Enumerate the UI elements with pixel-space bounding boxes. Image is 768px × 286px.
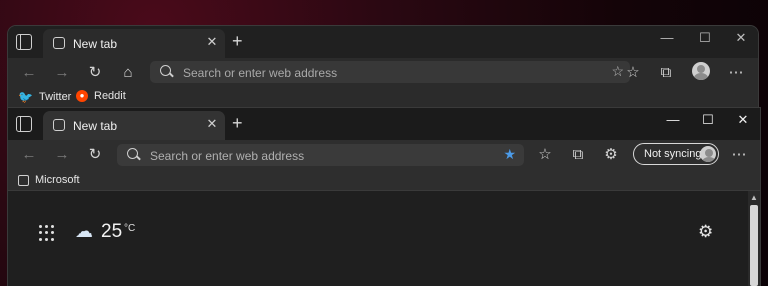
- more-options-icon[interactable]: ⋯: [725, 61, 747, 83]
- browser-window-front: New tab ✕ + — ☐ ✕ ← → ↻ Search or enter …: [8, 108, 760, 286]
- scroll-thumb[interactable]: [750, 205, 758, 286]
- sync-label: Not syncing: [644, 148, 702, 160]
- favorite-label: Twitter: [38, 91, 72, 103]
- tab-strip: New tab ✕ + — ☐ ✕: [8, 108, 760, 140]
- favorite-twitter[interactable]: 🐦 Twitter: [18, 90, 71, 104]
- address-placeholder: Search or enter web address: [150, 149, 305, 163]
- scroll-up-icon[interactable]: ▲: [750, 193, 758, 202]
- maximize-icon[interactable]: ☐: [696, 30, 714, 46]
- favorite-star-icon[interactable]: ★: [503, 146, 516, 163]
- favorite-microsoft[interactable]: Microsoft: [18, 174, 80, 186]
- extensions-icon[interactable]: ⚙: [600, 143, 622, 165]
- twitter-icon: 🐦: [18, 90, 33, 104]
- profile-avatar: [700, 146, 716, 162]
- search-icon: [127, 148, 138, 159]
- refresh-icon[interactable]: ↻: [84, 61, 106, 83]
- search-icon: [160, 65, 171, 76]
- favorites-bar: 🐦 Twitter ● Reddit: [8, 86, 758, 110]
- address-placeholder: Search or enter web address: [183, 66, 338, 80]
- maximize-icon[interactable]: ☐: [699, 112, 717, 128]
- settings-gear-icon[interactable]: ⚙: [698, 222, 713, 242]
- new-tab-page-icon: [53, 119, 65, 131]
- favorites-icon[interactable]: ☆: [534, 143, 556, 165]
- minimize-icon[interactable]: —: [664, 112, 682, 127]
- app-launcher-icon[interactable]: [39, 225, 55, 241]
- favorite-label: Reddit: [94, 90, 126, 102]
- scrollbar[interactable]: ▲: [748, 191, 760, 286]
- close-window-icon[interactable]: ✕: [732, 30, 750, 46]
- refresh-icon[interactable]: ↻: [84, 143, 106, 165]
- home-icon[interactable]: ⌂: [117, 61, 139, 83]
- tab-actions-icon[interactable]: [16, 34, 32, 50]
- favorites-bar: Microsoft: [8, 170, 760, 191]
- forward-arrow-icon[interactable]: →: [51, 143, 73, 165]
- tab-title: New tab: [73, 119, 118, 133]
- favorite-label: Microsoft: [35, 174, 80, 186]
- weather-icon[interactable]: ☁: [75, 221, 93, 242]
- back-arrow-icon[interactable]: ←: [18, 61, 40, 83]
- collections-icon[interactable]: ⧉: [567, 143, 589, 165]
- forward-arrow-icon[interactable]: →: [51, 61, 73, 83]
- close-window-icon[interactable]: ✕: [734, 112, 752, 128]
- back-arrow-icon[interactable]: ←: [18, 143, 40, 165]
- not-syncing-button[interactable]: Not syncing: [633, 143, 719, 165]
- microsoft-page-icon: [18, 174, 29, 186]
- tab-actions-icon[interactable]: [16, 116, 32, 132]
- temperature-unit: °C: [124, 223, 136, 234]
- minimize-icon[interactable]: —: [658, 30, 676, 45]
- close-icon[interactable]: ✕: [205, 35, 219, 49]
- tab-title: New tab: [73, 37, 118, 51]
- toolbar: ← → ↻ ⌂ Search or enter web address ☆ ☆ …: [8, 58, 758, 86]
- new-tab-page: ☁ 25 °C ⚙ ▲: [8, 191, 760, 286]
- profile-avatar[interactable]: [692, 62, 710, 80]
- address-bar[interactable]: Search or enter web address ★: [117, 144, 524, 166]
- temperature[interactable]: 25: [101, 221, 122, 243]
- tab-new-tab[interactable]: New tab ✕: [43, 29, 225, 58]
- more-options-icon[interactable]: ⋯: [728, 143, 750, 165]
- toolbar: ← → ↻ Search or enter web address ★ ☆ ⧉ …: [8, 140, 760, 170]
- new-tab-page-icon: [53, 37, 65, 49]
- tab-strip: New tab ✕ + — ☐ ✕: [8, 26, 758, 58]
- address-bar[interactable]: Search or enter web address ☆: [150, 61, 630, 83]
- browser-window-back: New tab ✕ + — ☐ ✕ ← → ↻ ⌂ Search or ente…: [8, 26, 758, 110]
- new-tab-button[interactable]: +: [232, 32, 243, 50]
- favorite-reddit[interactable]: ● Reddit: [76, 90, 126, 102]
- close-icon[interactable]: ✕: [205, 117, 219, 131]
- favorites-icon[interactable]: ☆: [622, 61, 644, 83]
- collections-icon[interactable]: ⧉: [655, 61, 677, 83]
- tab-new-tab[interactable]: New tab ✕: [43, 111, 225, 140]
- reddit-icon: ●: [76, 90, 88, 102]
- new-tab-button[interactable]: +: [232, 114, 243, 132]
